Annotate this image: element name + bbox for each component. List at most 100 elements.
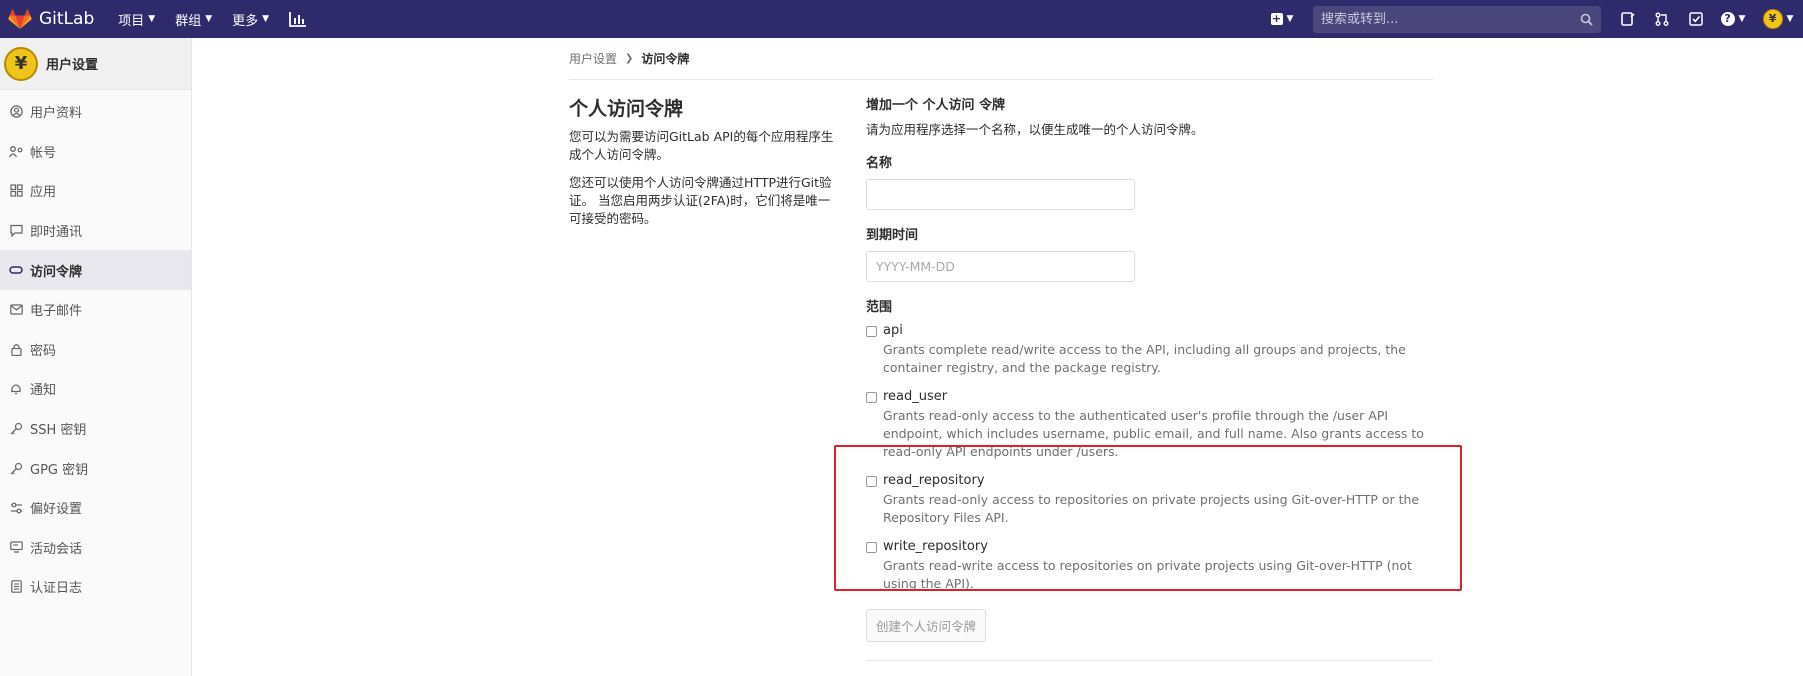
issues-button[interactable] (1611, 0, 1645, 38)
sidebar-item-access-tokens[interactable]: 访问令牌 (0, 250, 191, 290)
chevron-down-icon: ▼ (148, 14, 156, 24)
chat-icon (9, 224, 23, 238)
scope-description: Grants complete read/write access to the… (883, 342, 1406, 375)
more-menu[interactable]: 更多 ▼ (232, 10, 269, 29)
log-icon (9, 580, 23, 594)
plus-icon: + (1270, 12, 1283, 25)
main-content: 用户设置 ❯ 访问令牌 个人访问令牌 您可以为需要访问GitLab API的每个… (569, 38, 1433, 661)
intro-paragraph: 您还可以使用个人访问令牌通过HTTP进行Git验证。 当您启用两步认证(2FA)… (569, 175, 832, 226)
sidebar-item-notifications[interactable]: 通知 (0, 369, 191, 409)
chevron-down-icon: ▼ (262, 14, 270, 24)
issues-icon (1621, 12, 1635, 26)
sidebar-item-label: 访问令牌 (30, 264, 83, 280)
sidebar-title: 用户设置 (46, 58, 99, 73)
breadcrumb: 用户设置 ❯ 访问令牌 (569, 38, 1433, 80)
bar-chart-icon (289, 12, 307, 27)
avatar: ¥ (1762, 9, 1783, 29)
sidebar-item-chat[interactable]: 即时通讯 (0, 211, 191, 251)
help-icon: ? (1720, 12, 1735, 26)
sidebar-item-label: 活动会话 (30, 541, 83, 557)
todos-button[interactable] (1679, 0, 1713, 38)
groups-menu[interactable]: 群组 ▼ (175, 10, 212, 29)
form-heading: 增加一个 个人访问 令牌 (866, 98, 1006, 113)
sidebar-item-label: 即时通讯 (30, 225, 83, 241)
key-icon (9, 422, 23, 436)
token-name-field[interactable] (866, 179, 1135, 210)
projects-menu[interactable]: 项目 ▼ (118, 10, 155, 29)
sidebar-item-gpg-keys[interactable]: GPG 密钥 (0, 448, 191, 488)
sidebar-item-applications[interactable]: 应用 (0, 171, 191, 211)
sidebar-item-profile[interactable]: 用户资料 (0, 92, 191, 132)
form-description: 请为应用程序选择一个名称，以便生成唯一的个人访问令牌。 (866, 122, 1204, 137)
scope-checkbox-read-user[interactable] (866, 392, 877, 403)
sidebar-item-emails[interactable]: 电子邮件 (0, 290, 191, 330)
user-icon (9, 105, 23, 119)
brand-name: GitLab (39, 9, 95, 29)
gitlab-logo[interactable]: GitLab (8, 8, 94, 30)
search-icon (1580, 13, 1593, 26)
account-icon (9, 144, 23, 158)
key-icon (9, 461, 23, 475)
bell-icon (9, 382, 23, 396)
groups-menu-label: 群组 (175, 13, 202, 29)
scope-checkbox-api[interactable] (866, 326, 877, 337)
gitlab-tanuki-icon (8, 8, 32, 29)
sidebar-item-password[interactable]: 密码 (0, 330, 191, 370)
sidebar-item-label: 偏好设置 (30, 502, 83, 518)
new-item-button[interactable]: + ▼ (1265, 0, 1299, 38)
chevron-down-icon: ▼ (1738, 14, 1746, 24)
merge-requests-button[interactable] (1645, 0, 1679, 38)
sidebar-item-label: 应用 (30, 185, 57, 201)
expiry-date-field[interactable] (866, 251, 1135, 282)
chevron-down-icon: ▼ (1786, 14, 1794, 24)
applications-icon (9, 184, 23, 198)
sidebar-item-label: 认证日志 (30, 581, 83, 597)
scopes-label: 范围 (866, 300, 893, 315)
top-navbar: GitLab 项目 ▼ 群组 ▼ 更多 ▼ + ▼ 搜索或转到... ? ▼ ¥… (0, 0, 1803, 38)
highlight-annotation-box (834, 445, 1462, 591)
page-title: 个人访问令牌 (569, 98, 684, 120)
divider (866, 660, 1433, 661)
activity-chart-button[interactable] (289, 0, 307, 38)
help-menu[interactable]: ? ▼ (1713, 0, 1753, 38)
sidebar-item-label: 通知 (30, 383, 57, 399)
sidebar-item-label: 密码 (30, 343, 57, 359)
user-menu[interactable]: ¥ ▼ (1753, 0, 1803, 38)
sidebar-item-label: 用户资料 (30, 106, 83, 122)
name-label: 名称 (866, 156, 893, 171)
token-icon (9, 263, 23, 277)
projects-menu-label: 项目 (118, 13, 145, 29)
scope-api: api Grants complete read/write access to… (866, 323, 1433, 377)
sidebar-header[interactable]: ¥ 用户设置 (0, 38, 191, 90)
sidebar-item-auth-log[interactable]: 认证日志 (0, 567, 191, 607)
search-input[interactable] (1321, 11, 1580, 27)
monitor-icon (9, 540, 23, 554)
breadcrumb-parent-link[interactable]: 用户设置 (569, 50, 617, 67)
email-icon (9, 303, 23, 317)
settings-sidebar: ¥ 用户设置 用户资料 帐号 应用 即时通讯 访问令牌 电子邮件 密码 通知 S… (0, 38, 192, 676)
create-token-button[interactable]: 创建个人访问令牌 (866, 609, 987, 642)
avatar: ¥ (4, 46, 38, 81)
preferences-icon (9, 501, 23, 515)
merge-request-icon (1655, 12, 1669, 26)
breadcrumb-current[interactable]: 访问令牌 (641, 50, 689, 67)
sidebar-item-active-sessions[interactable]: 活动会话 (0, 528, 191, 568)
sidebar-item-label: 电子邮件 (30, 304, 83, 320)
intro-section: 个人访问令牌 您可以为需要访问GitLab API的每个应用程序生成个人访问令牌… (569, 94, 834, 238)
todo-check-icon (1689, 12, 1703, 26)
scope-name[interactable]: api (883, 323, 1433, 338)
expiry-label: 到期时间 (866, 228, 919, 243)
sidebar-item-label: 帐号 (30, 145, 57, 161)
intro-paragraph: 您可以为需要访问GitLab API的每个应用程序生成个人访问令牌。 (569, 129, 834, 162)
search-box[interactable] (1313, 5, 1601, 33)
scope-name[interactable]: read_user (883, 389, 1433, 404)
lock-icon (9, 342, 23, 356)
sidebar-item-label: GPG 密钥 (30, 462, 89, 478)
sidebar-item-ssh-keys[interactable]: SSH 密钥 (0, 409, 191, 449)
sidebar-item-label: SSH 密钥 (30, 423, 87, 439)
chevron-right-icon: ❯ (625, 53, 634, 64)
more-menu-label: 更多 (232, 13, 259, 29)
chevron-down-icon: ▼ (205, 14, 213, 24)
sidebar-item-account[interactable]: 帐号 (0, 132, 191, 172)
sidebar-item-preferences[interactable]: 偏好设置 (0, 488, 191, 528)
